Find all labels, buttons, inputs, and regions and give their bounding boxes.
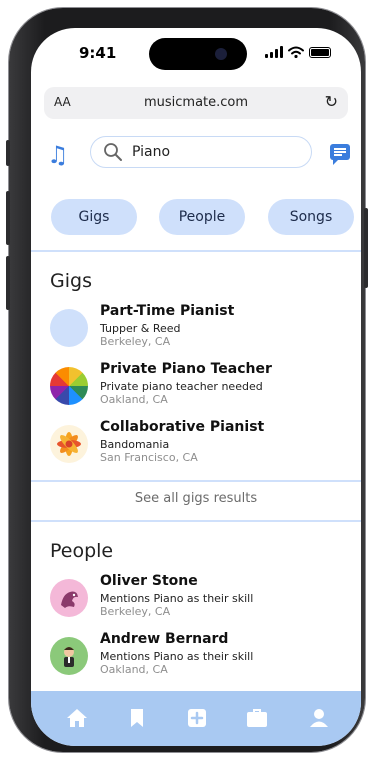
gig-location: San Francisco, CA bbox=[100, 451, 198, 464]
volume-up-button bbox=[6, 191, 10, 245]
profile-icon[interactable] bbox=[307, 706, 331, 730]
person-location: Berkeley, CA bbox=[100, 605, 171, 618]
gig-title: Collaborative Pianist bbox=[100, 419, 265, 435]
section-divider bbox=[31, 480, 361, 482]
status-bar: 9:41 bbox=[31, 28, 361, 86]
battery-icon bbox=[309, 46, 331, 58]
signal-icon bbox=[265, 46, 283, 58]
see-all-gigs-link[interactable]: See all gigs results bbox=[31, 491, 361, 506]
person-item-oliver-stone[interactable]: Oliver Stone Mentions Piano as their ski… bbox=[50, 573, 350, 625]
gig-item-collaborative-pianist[interactable]: Collaborative Pianist Bandomania San Fra… bbox=[50, 419, 350, 471]
screen: 9:41 AA musicmate.com ↻ ♫ Piano Gigs Peo… bbox=[31, 28, 361, 746]
camera-icon bbox=[215, 48, 227, 60]
gig-avatar bbox=[50, 309, 88, 347]
gig-logo-icon bbox=[50, 367, 88, 405]
status-icons bbox=[265, 46, 331, 58]
power-button bbox=[364, 208, 368, 288]
gig-logo-icon bbox=[50, 425, 88, 463]
gig-location: Oakland, CA bbox=[100, 393, 168, 406]
bottom-tab-bar bbox=[31, 691, 361, 746]
avatar bbox=[50, 637, 88, 675]
search-query[interactable]: Piano bbox=[132, 144, 170, 160]
person-name: Andrew Bernard bbox=[100, 631, 229, 647]
gig-title: Private Piano Teacher bbox=[100, 361, 272, 377]
volume-down-button bbox=[6, 256, 10, 310]
music-note-icon[interactable]: ♫ bbox=[47, 141, 69, 169]
section-divider bbox=[31, 520, 361, 522]
reload-icon[interactable]: ↻ bbox=[325, 92, 338, 111]
flower-logo-icon bbox=[57, 432, 81, 456]
gig-company: Tupper & Reed bbox=[100, 322, 181, 335]
briefcase-icon[interactable] bbox=[245, 706, 269, 730]
filter-chips: Gigs People Songs bbox=[31, 199, 361, 235]
filter-chip-people[interactable]: People bbox=[159, 199, 245, 235]
person-skill: Mentions Piano as their skill bbox=[100, 650, 254, 663]
avatar bbox=[50, 579, 88, 617]
filter-chip-gigs[interactable]: Gigs bbox=[51, 199, 137, 235]
person-avatar-icon bbox=[64, 647, 74, 667]
url-text[interactable]: musicmate.com bbox=[44, 95, 348, 110]
gig-item-part-time-pianist[interactable]: Part-Time Pianist Tupper & Reed Berkeley… bbox=[50, 303, 350, 355]
gigs-section-title: Gigs bbox=[50, 270, 92, 292]
person-name: Oliver Stone bbox=[100, 573, 198, 589]
person-skill: Mentions Piano as their skill bbox=[100, 592, 254, 605]
people-section-title: People bbox=[50, 540, 114, 562]
gig-location: Berkeley, CA bbox=[100, 335, 171, 348]
dragon-avatar-icon bbox=[61, 591, 78, 608]
dynamic-island bbox=[149, 38, 247, 70]
mute-switch bbox=[6, 140, 10, 166]
status-time: 9:41 bbox=[79, 44, 117, 62]
phone-frame: 9:41 AA musicmate.com ↻ ♫ Piano Gigs Peo… bbox=[6, 8, 368, 752]
gig-description: Private piano teacher needed bbox=[100, 380, 263, 393]
filter-chip-songs[interactable]: Songs bbox=[268, 199, 354, 235]
search-icon bbox=[104, 143, 122, 161]
person-item-andrew-bernard[interactable]: Andrew Bernard Mentions Piano as their s… bbox=[50, 631, 350, 683]
bookmark-icon[interactable] bbox=[125, 706, 149, 730]
home-icon[interactable] bbox=[65, 706, 89, 730]
gig-company: Bandomania bbox=[100, 438, 170, 451]
search-input[interactable]: Piano bbox=[90, 136, 312, 168]
chat-icon[interactable] bbox=[330, 144, 350, 165]
browser-address-bar[interactable]: AA musicmate.com ↻ bbox=[44, 87, 348, 119]
person-location: Oakland, CA bbox=[100, 663, 168, 676]
section-divider bbox=[31, 250, 361, 252]
gig-title: Part-Time Pianist bbox=[100, 303, 235, 319]
gig-item-private-piano-teacher[interactable]: Private Piano Teacher Private piano teac… bbox=[50, 361, 350, 413]
add-icon[interactable] bbox=[185, 706, 209, 730]
wifi-icon bbox=[288, 46, 304, 58]
